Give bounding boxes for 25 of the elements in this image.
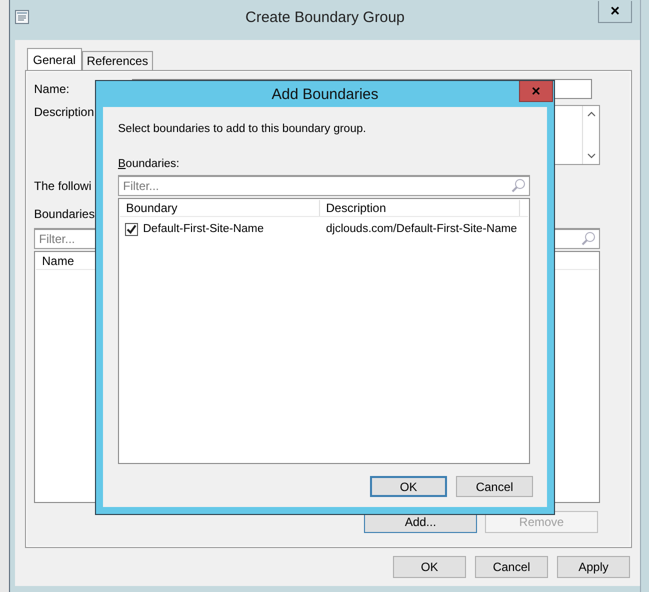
table-cell: Default-First-Site-Name (143, 223, 264, 235)
tab[interactable]: General (27, 48, 82, 70)
scroll-up-icon[interactable] (586, 111, 596, 117)
name-label: Name: (34, 82, 70, 96)
description-label: Description (34, 105, 96, 119)
close-button[interactable]: × (519, 81, 553, 102)
scroll-down-icon[interactable] (586, 153, 596, 159)
dialog-button[interactable]: Cancel (456, 476, 533, 497)
boundaries-label: Boundaries: (118, 158, 180, 170)
checkbox[interactable] (125, 222, 138, 236)
table-cell-text: djclouds.com/Default-First-Site-Name (325, 223, 518, 235)
dialog-title: Add Boundaries (272, 86, 378, 103)
info-text: The followi (34, 179, 92, 193)
filter-field[interactable]: Filter... (118, 175, 530, 196)
document-icon (14, 9, 30, 25)
dialog-button[interactable]: OK (370, 476, 447, 497)
tab[interactable]: References (82, 51, 154, 70)
window-title: Create Boundary Group (245, 8, 405, 26)
dialog-button[interactable]: OK (393, 556, 466, 578)
dialog-button[interactable]: Apply (557, 556, 630, 578)
dialog-button[interactable]: Cancel (475, 556, 548, 578)
instruction-text: Select boundaries to add to this boundary group. (118, 123, 366, 135)
boundaries-list[interactable]: Boundary Description Default-First-Site-Name djclouds.com/Default-First-Site-Name (118, 198, 530, 464)
boundaries-label: Boundaries (34, 207, 95, 221)
close-button[interactable]: × (598, 1, 632, 23)
